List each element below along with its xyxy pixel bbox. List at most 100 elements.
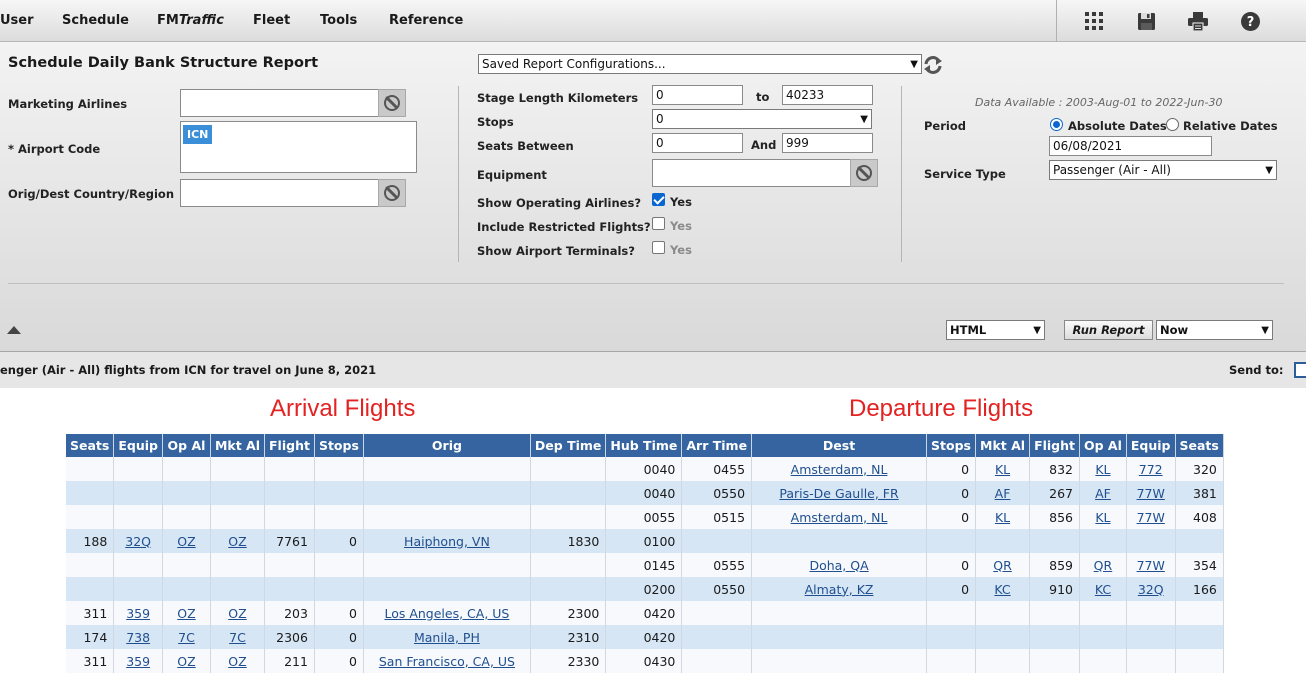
cell-link[interactable]: KL <box>1095 462 1110 477</box>
cell-link[interactable]: Paris-De Gaulle, FR <box>779 486 898 501</box>
when-value: Now <box>1160 323 1189 337</box>
print-icon[interactable] <box>1187 10 1209 32</box>
cell-link[interactable]: OZ <box>228 654 246 669</box>
refresh-icon[interactable] <box>923 55 943 75</box>
cell-link[interactable]: QR <box>993 558 1012 573</box>
cell-link[interactable]: KC <box>1095 582 1111 597</box>
cell-link[interactable]: 738 <box>126 630 150 645</box>
save-icon[interactable] <box>1135 10 1157 32</box>
cell-link[interactable]: 77W <box>1137 558 1165 573</box>
cell-link[interactable]: QR <box>1094 558 1113 573</box>
table-cell <box>1126 649 1176 673</box>
cell-link[interactable]: 32Q <box>125 534 151 549</box>
nav-reference[interactable]: Reference <box>389 13 463 28</box>
run-report-button[interactable]: Run Report <box>1064 320 1153 340</box>
table-cell: Almaty, KZ <box>751 577 928 601</box>
cell-link[interactable]: OZ <box>177 654 195 669</box>
cell-link[interactable]: 77W <box>1137 510 1165 525</box>
table-cell <box>113 553 163 577</box>
nav-user[interactable]: User <box>0 13 34 28</box>
table-cell <box>751 601 928 625</box>
relative-dates-radio[interactable] <box>1166 118 1179 131</box>
cell-link[interactable]: Los Angeles, CA, US <box>384 606 509 621</box>
date-input[interactable] <box>1049 136 1212 156</box>
column-header: Equip <box>113 434 163 457</box>
nav-tools[interactable]: Tools <box>320 13 357 28</box>
service-type-select[interactable]: Passenger (Air - All) ▼ <box>1049 160 1277 180</box>
stage-length-to-input[interactable] <box>782 85 873 105</box>
table-cell <box>113 481 163 505</box>
help-icon[interactable]: ? <box>1239 10 1261 32</box>
seats-from-input[interactable] <box>652 133 743 153</box>
table-cell: OZ <box>210 649 266 673</box>
airport-code-chip[interactable]: ICN <box>183 125 213 144</box>
cell-link[interactable]: OZ <box>177 606 195 621</box>
nav-fleet[interactable]: Fleet <box>253 13 290 28</box>
table-cell: KL <box>975 457 1031 481</box>
cell-link[interactable]: Manila, PH <box>414 630 480 645</box>
cell-link[interactable]: 772 <box>1139 462 1163 477</box>
show-op-airlines-checkbox[interactable] <box>652 193 665 206</box>
cell-link[interactable]: Amsterdam, NL <box>791 462 888 477</box>
table-cell <box>162 457 211 481</box>
cell-link[interactable]: 77W <box>1137 486 1165 501</box>
table-cell <box>1029 601 1080 625</box>
format-select[interactable]: HTML ▼ <box>946 320 1045 340</box>
show-terminals-checkbox[interactable] <box>652 241 665 254</box>
cell-link[interactable]: 32Q <box>1138 582 1164 597</box>
cell-link[interactable]: Amsterdam, NL <box>791 510 888 525</box>
cell-link[interactable]: OZ <box>228 534 246 549</box>
nav-fmtraffic[interactable]: FMTraffic <box>157 13 224 28</box>
cell-link[interactable]: Almaty, KZ <box>805 582 874 597</box>
equipment-input[interactable] <box>652 159 852 187</box>
table-cell <box>1175 625 1224 649</box>
column-header: Seats <box>1175 434 1224 457</box>
table-cell: OZ <box>210 601 266 625</box>
orig-dest-input[interactable] <box>180 179 380 207</box>
cell-link[interactable]: KL <box>995 462 1010 477</box>
cell-link[interactable]: Haiphong, VN <box>404 534 490 549</box>
cell-link[interactable]: Doha, QA <box>809 558 868 573</box>
cell-link[interactable]: 359 <box>126 654 150 669</box>
table-cell <box>314 577 364 601</box>
table-cell <box>162 505 211 529</box>
cell-link[interactable]: 7C <box>178 630 195 645</box>
cell-link[interactable]: 359 <box>126 606 150 621</box>
nav-schedule[interactable]: Schedule <box>62 13 129 28</box>
table-cell: 2306 <box>264 625 315 649</box>
stops-select[interactable]: 0 ▼ <box>652 109 872 129</box>
airport-code-input[interactable] <box>180 121 417 173</box>
cell-link[interactable]: AF <box>995 486 1011 501</box>
table-cell: 0550 <box>681 577 753 601</box>
arrival-flights-title: Arrival Flights <box>270 395 416 422</box>
table-cell: 0 <box>926 553 977 577</box>
cell-link[interactable]: 7C <box>229 630 246 645</box>
table-cell <box>751 625 928 649</box>
cell-link[interactable]: OZ <box>228 606 246 621</box>
cell-link[interactable]: San Francisco, CA, US <box>379 654 515 669</box>
column-header: Flight <box>264 434 315 457</box>
stage-length-from-input[interactable] <box>652 85 743 105</box>
cell-link[interactable]: KC <box>994 582 1010 597</box>
when-select[interactable]: Now ▼ <box>1156 320 1273 340</box>
collapse-up-icon[interactable] <box>7 326 21 334</box>
cell-link[interactable]: KL <box>1095 510 1110 525</box>
apps-grid-icon[interactable] <box>1083 10 1105 32</box>
saved-config-select[interactable]: Saved Report Configurations... ▼ <box>478 54 922 74</box>
table-cell <box>1126 529 1176 553</box>
include-restricted-checkbox[interactable] <box>652 217 665 230</box>
cell-link[interactable]: AF <box>1095 486 1111 501</box>
clear-marketing-airlines-button[interactable] <box>378 89 406 117</box>
seats-to-input[interactable] <box>782 133 873 153</box>
clear-equipment-button[interactable] <box>850 159 878 187</box>
marketing-airlines-input[interactable] <box>180 89 380 117</box>
table-row: 0055 0515 Amsterdam, NL 0 KL 856 KL 77W 408 <box>66 505 1224 529</box>
send-to-icon[interactable] <box>1294 362 1306 378</box>
table-cell <box>1175 601 1224 625</box>
absolute-dates-radio[interactable] <box>1050 118 1063 131</box>
table-cell: 859 <box>1029 553 1080 577</box>
cell-link[interactable]: KL <box>995 510 1010 525</box>
clear-orig-dest-button[interactable] <box>378 179 406 207</box>
cell-link[interactable]: OZ <box>177 534 195 549</box>
table-cell: Los Angeles, CA, US <box>363 601 531 625</box>
